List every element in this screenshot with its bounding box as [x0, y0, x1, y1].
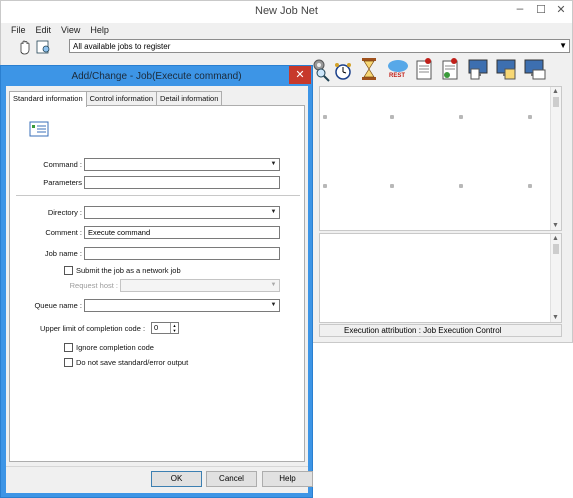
- directory-combobox[interactable]: ▼: [84, 206, 280, 219]
- grid-dot: [390, 115, 394, 119]
- spinner-buttons[interactable]: ▲ ▼: [170, 323, 178, 333]
- network-job-label: Submit the job as a network job: [76, 266, 181, 275]
- tab-control-information[interactable]: Control information: [85, 91, 157, 106]
- clock-icon[interactable]: [333, 61, 353, 81]
- hourglass-icon[interactable]: [359, 57, 379, 81]
- monitor-icon[interactable]: [467, 57, 491, 81]
- job-net-canvas[interactable]: ▲ ▼: [319, 86, 562, 231]
- grid-dot: [528, 115, 532, 119]
- grid-dot: [390, 184, 394, 188]
- status-bar: Execution attribution : Job Execution Co…: [319, 324, 562, 337]
- list-scrollbar[interactable]: ▲ ▼: [550, 234, 561, 322]
- comment-label: Comment :: [45, 228, 82, 237]
- close-button[interactable]: ✕: [549, 3, 573, 19]
- chevron-down-icon[interactable]: ▼: [268, 159, 279, 170]
- button-divider: [6, 466, 308, 467]
- canvas-scrollbar[interactable]: ▲ ▼: [550, 87, 561, 230]
- close-icon[interactable]: ✕: [289, 66, 311, 84]
- add-change-job-dialog: Add/Change - Job(Execute command) ✕ Stan…: [0, 65, 313, 498]
- search-icon[interactable]: [315, 67, 331, 83]
- rest-icon[interactable]: REST: [387, 57, 409, 81]
- chevron-down-icon[interactable]: ▼: [268, 300, 279, 311]
- command-label: Command :: [43, 160, 82, 169]
- chevron-down-icon[interactable]: ▼: [268, 207, 279, 218]
- scroll-thumb[interactable]: [553, 97, 559, 107]
- grid-dot: [323, 184, 327, 188]
- job-name-field[interactable]: [84, 247, 280, 260]
- monitor-icon[interactable]: [495, 57, 519, 81]
- grid-dot: [323, 115, 327, 119]
- scroll-up-icon[interactable]: ▲: [552, 235, 559, 242]
- grid-dot: [459, 184, 463, 188]
- scroll-down-icon[interactable]: ▼: [552, 222, 559, 229]
- no-save-output-checkbox[interactable]: [64, 358, 73, 367]
- scroll-thumb[interactable]: [553, 244, 559, 254]
- queue-name-label: Queue name :: [34, 301, 82, 310]
- monitor-icon[interactable]: [523, 57, 547, 81]
- menu-edit[interactable]: Edit: [36, 25, 52, 37]
- rest-label: REST: [389, 73, 405, 79]
- main-titlebar: New Job Net – ☐ ✕: [1, 1, 572, 23]
- cancel-button[interactable]: Cancel: [206, 471, 257, 487]
- job-list-pane[interactable]: ▲ ▼: [319, 233, 562, 323]
- main-window-title: New Job Net: [255, 5, 318, 17]
- ignore-completion-checkbox[interactable]: [64, 343, 73, 352]
- document-icon[interactable]: [441, 57, 459, 81]
- queue-name-combobox[interactable]: ▼: [84, 299, 280, 312]
- ok-button[interactable]: OK: [151, 471, 202, 487]
- menu-view[interactable]: View: [61, 25, 80, 37]
- job-name-label: Job name :: [44, 249, 82, 258]
- menu-file[interactable]: File: [11, 25, 26, 37]
- directory-label: Directory :: [47, 208, 82, 217]
- comment-value: Execute command: [88, 228, 151, 237]
- parameters-label: Parameters: [43, 178, 82, 187]
- completion-code-label: Upper limit of completion code :: [40, 324, 146, 333]
- job-list-icon[interactable]: [35, 39, 51, 55]
- completion-code-value: 0: [154, 323, 159, 332]
- grid-dot: [459, 115, 463, 119]
- tab-detail-information[interactable]: Detail information: [156, 91, 223, 106]
- dialog-title: Add/Change - Job(Execute command): [71, 71, 242, 82]
- request-host-combobox: ▼: [120, 279, 280, 292]
- toolbar-top: All available jobs to register ▼: [11, 39, 571, 55]
- ignore-completion-label: Ignore completion code: [76, 343, 154, 352]
- toolbar-icons: REST: [311, 55, 566, 85]
- help-button[interactable]: Help: [262, 471, 313, 487]
- completion-code-spinner[interactable]: 0 ▲ ▼: [151, 322, 179, 334]
- no-save-output-label: Do not save standard/error output: [76, 358, 189, 367]
- parameters-field[interactable]: [84, 176, 280, 189]
- execute-command-job-icon: [29, 121, 49, 137]
- chevron-down-icon: ▼: [559, 41, 567, 50]
- scroll-down-icon[interactable]: ▼: [552, 314, 559, 321]
- document-icon[interactable]: [415, 57, 433, 81]
- menu-help[interactable]: Help: [90, 25, 109, 37]
- dialog-body: Standard information Control information…: [6, 86, 313, 493]
- divider: [16, 195, 300, 197]
- network-job-checkbox[interactable]: [64, 266, 73, 275]
- comment-field[interactable]: Execute command: [84, 226, 280, 239]
- register-select-value: All available jobs to register: [73, 42, 171, 51]
- tab-standard-information[interactable]: Standard information: [9, 91, 87, 107]
- menubar: File Edit View Help: [11, 25, 109, 37]
- command-combobox[interactable]: ▼: [84, 158, 280, 171]
- scroll-up-icon[interactable]: ▲: [552, 88, 559, 95]
- dialog-titlebar[interactable]: Add/Change - Job(Execute command) ✕: [1, 66, 312, 86]
- status-text: Execution attribution : Job Execution Co…: [344, 326, 502, 335]
- request-host-label: Request host :: [69, 281, 118, 290]
- chevron-down-icon: ▼: [270, 282, 277, 288]
- grid-dot: [528, 184, 532, 188]
- register-jobs-select[interactable]: All available jobs to register ▼: [69, 39, 570, 53]
- tab-strip: Standard information Control information…: [9, 91, 223, 107]
- hand-icon[interactable]: [17, 39, 33, 55]
- standard-information-panel: Command : ▼ Parameters Directory : ▼ Com…: [9, 105, 305, 462]
